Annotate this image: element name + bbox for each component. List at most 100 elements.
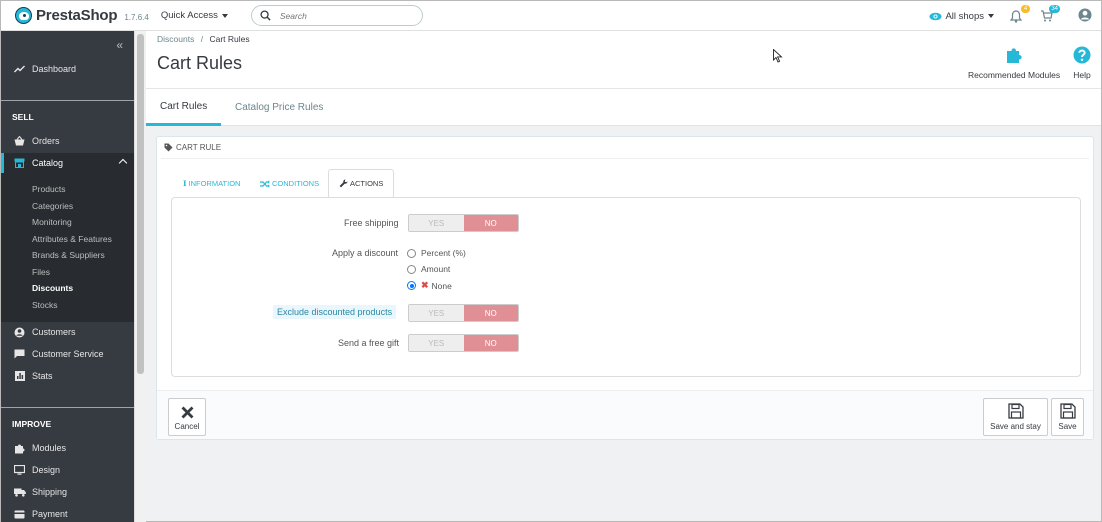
- free-gift-switch[interactable]: YES NO: [408, 334, 519, 352]
- orders-notifications-button[interactable]: 34: [1038, 5, 1060, 25]
- exclude-discounted-no[interactable]: NO: [463, 305, 518, 321]
- sidebar-scrollbar[interactable]: [134, 31, 146, 522]
- exclude-discounted-label[interactable]: Exclude discounted products: [273, 305, 397, 319]
- sidebar-section-sell: SELL: [12, 112, 34, 122]
- tab-information-label: Information: [188, 179, 241, 188]
- tab-catalog-price-rules[interactable]: Catalog Price Rules: [221, 89, 337, 126]
- prestashop-logo-icon: [15, 7, 32, 24]
- submenu-item-attributes-features[interactable]: Attributes & Features: [32, 234, 112, 244]
- radio-none-label: None: [431, 280, 452, 291]
- free-shipping-yes[interactable]: YES: [409, 215, 464, 231]
- submenu-item-discounts[interactable]: Discounts: [32, 283, 73, 293]
- tab-cart-rules[interactable]: Cart Rules: [146, 89, 222, 126]
- eye-icon: [929, 12, 942, 20]
- sidebar-item-label: Stats: [32, 371, 53, 381]
- save-label: Save: [1058, 422, 1077, 431]
- breadcrumb-discounts-link[interactable]: Discounts: [157, 34, 194, 44]
- submenu-item-stocks[interactable]: Stocks: [32, 300, 58, 310]
- radio-amount[interactable]: Amount: [407, 264, 450, 274]
- collapse-sidebar-icon[interactable]: «: [116, 38, 122, 52]
- radio-none[interactable]: ✖ None: [407, 280, 452, 291]
- free-gift-label: Send a free gift: [338, 338, 400, 348]
- catalog-submenu: Products Categories Monitoring Attribute…: [1, 173, 134, 322]
- sidebar-item-customers[interactable]: Customers: [1, 322, 134, 342]
- panel-heading: Cart rule: [164, 143, 221, 152]
- cancel-button[interactable]: Cancel: [168, 398, 206, 436]
- sidebar-item-label: Orders: [32, 136, 60, 146]
- panel-heading-divider: [161, 158, 1089, 159]
- save-button[interactable]: Save: [1051, 398, 1084, 436]
- sidebar-item-orders[interactable]: Orders: [1, 131, 134, 151]
- main-tabs: Cart Rules Catalog Price Rules: [146, 88, 1101, 126]
- bar-chart-icon: [13, 370, 26, 382]
- brand-logo[interactable]: PrestaShop 1.7.6.4: [15, 7, 149, 24]
- submenu-item-files[interactable]: Files: [32, 267, 50, 277]
- free-shipping-switch[interactable]: YES NO: [408, 214, 519, 232]
- version-label: 1.7.6.4: [124, 12, 149, 22]
- radio-button[interactable]: [407, 281, 416, 290]
- scrollbar-thumb[interactable]: [137, 34, 144, 374]
- floppy-disk-icon: [1059, 403, 1076, 419]
- free-shipping-no[interactable]: NO: [463, 215, 518, 231]
- tab-conditions-label: Conditions: [272, 179, 320, 188]
- save-and-stay-button[interactable]: Save and stay: [983, 398, 1048, 436]
- sidebar-item-catalog[interactable]: Catalog: [1, 153, 134, 173]
- notifications-badge: 4: [1021, 5, 1030, 13]
- basket-icon: [13, 135, 26, 147]
- recommended-modules-label: Recommended Modules: [968, 70, 1061, 80]
- header-right: All shops 4 34: [929, 1, 1101, 31]
- sidebar-item-customer-service[interactable]: Customer Service: [1, 344, 134, 364]
- user-menu[interactable]: [1078, 8, 1092, 24]
- help-button[interactable]: Help: [1073, 45, 1091, 80]
- radio-percent[interactable]: Percent (%): [407, 248, 466, 258]
- tab-information[interactable]: i Information: [173, 169, 250, 198]
- trending-up-icon: [13, 63, 26, 75]
- exclude-discounted-switch[interactable]: YES NO: [408, 304, 519, 322]
- quick-access-label: Quick Access: [160, 10, 218, 21]
- save-and-stay-label: Save and stay: [990, 422, 1041, 431]
- free-gift-yes[interactable]: YES: [409, 335, 464, 351]
- search-box[interactable]: [250, 5, 423, 26]
- orders-badge: 34: [1049, 5, 1060, 13]
- all-shops-dropdown[interactable]: All shops: [929, 11, 994, 22]
- all-shops-label: All shops: [945, 10, 984, 22]
- submenu-item-categories[interactable]: Categories: [32, 201, 73, 211]
- submenu-item-monitoring[interactable]: Monitoring: [32, 217, 72, 227]
- cancel-label: Cancel: [174, 422, 200, 431]
- sidebar-item-label: Design: [32, 465, 61, 475]
- sidebar-divider: [1, 407, 134, 408]
- breadcrumb-current: Cart Rules: [209, 34, 250, 44]
- sidebar-item-shipping[interactable]: Shipping: [1, 482, 134, 502]
- sidebar-section-improve: IMPROVE: [12, 419, 52, 429]
- search-input[interactable]: [279, 10, 400, 21]
- radio-button[interactable]: [407, 248, 416, 258]
- shuffle-icon: [260, 180, 270, 187]
- tab-conditions[interactable]: Conditions: [250, 169, 329, 198]
- free-gift-no[interactable]: NO: [463, 335, 518, 351]
- sidebar-divider: [1, 100, 134, 101]
- panel-footer: Cancel Save and stay Save: [157, 390, 1093, 439]
- search-icon: [260, 10, 271, 21]
- radio-button[interactable]: [407, 264, 416, 274]
- notifications-button[interactable]: 4: [1008, 5, 1030, 25]
- help-label: Help: [1073, 70, 1091, 80]
- sidebar: « Dashboard SELL Orders Catalog Products…: [1, 31, 134, 522]
- recommended-modules-button[interactable]: Recommended Modules: [968, 45, 1060, 80]
- exclude-discounted-yes[interactable]: YES: [409, 305, 464, 321]
- sidebar-item-stats[interactable]: Stats: [1, 366, 134, 386]
- sidebar-item-modules[interactable]: Modules: [1, 438, 134, 458]
- page-header: Discounts / Cart Rules Cart Rules Recomm…: [146, 31, 1101, 88]
- wrench-icon: [339, 179, 348, 188]
- actions-form: Free shipping YES NO Apply a discount Pe…: [171, 197, 1081, 377]
- submenu-item-products[interactable]: Products: [32, 184, 66, 194]
- sidebar-item-payment[interactable]: Payment: [1, 504, 134, 522]
- sidebar-item-design[interactable]: Design: [1, 460, 134, 480]
- submenu-item-brands-suppliers[interactable]: Brands & Suppliers: [32, 250, 105, 260]
- breadcrumb-separator: /: [200, 34, 204, 44]
- sidebar-item-dashboard[interactable]: Dashboard: [1, 59, 134, 79]
- sidebar-item-label: Customer Service: [32, 349, 104, 359]
- quick-access-dropdown[interactable]: Quick Access: [161, 10, 228, 21]
- tag-icon: [164, 143, 173, 152]
- tab-actions[interactable]: Actions: [328, 169, 395, 199]
- floppy-disk-icon: [1007, 403, 1024, 419]
